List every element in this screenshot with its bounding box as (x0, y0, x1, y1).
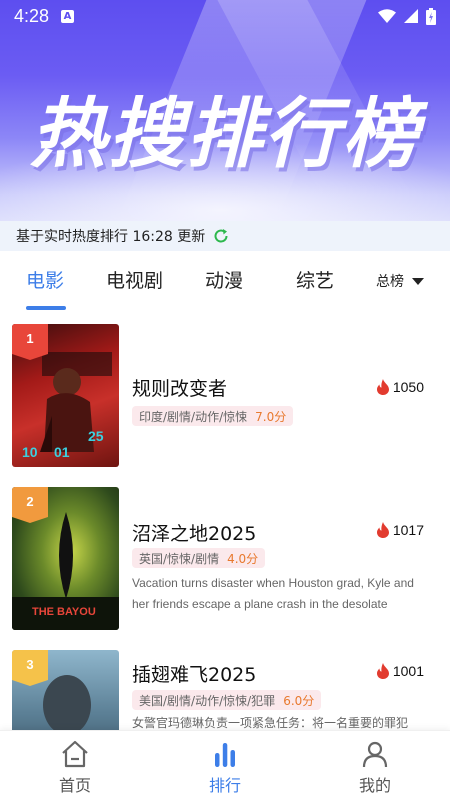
wifi-icon (378, 9, 396, 23)
item-title: 插翅难飞2025 (132, 664, 257, 686)
svg-text:01: 01 (54, 444, 70, 460)
rank-badge: 1 (12, 324, 48, 360)
rank-number: 2 (26, 494, 34, 509)
svg-text:10: 10 (22, 444, 38, 460)
rank-badge: 3 (12, 650, 48, 686)
poster-image: 10 01 25 1 (12, 324, 119, 467)
nav-home[interactable]: 首页 (25, 731, 125, 800)
hero-banner: 4:28 A 热搜排行榜 (0, 0, 450, 250)
nav-profile-label: 我的 (358, 776, 391, 795)
heat-indicator: 1017 (376, 522, 424, 538)
fire-icon (376, 522, 389, 538)
rating-score: 4.0分 (227, 551, 259, 566)
item-description: Vacation turns disaster when Houston gra… (132, 576, 414, 611)
bottom-nav: 首页 排行 我的 (0, 730, 450, 800)
tab-tv-series[interactable]: 电视剧 (106, 266, 163, 293)
genre-tags: 英国/惊悚/剧情 4.0分 (132, 548, 266, 568)
poster-image: THE BAYOU 2 (12, 487, 119, 630)
ranking-screen: 4:28 A 热搜排行榜 基于实时热度排行 16:28 更新 电影 电视剧 动漫… (0, 0, 450, 800)
list-item[interactable]: 10 01 25 1 规则改变者 1050 印度/剧情/动作/惊悚 7.0分 (12, 324, 438, 469)
sort-dropdown[interactable]: 总榜 (376, 271, 424, 291)
rating-score: 6.0分 (283, 693, 315, 708)
genre-text: 印度/剧情/动作/惊悚 (139, 409, 248, 424)
rank-number: 1 (26, 331, 34, 346)
item-title: 沼泽之地2025 (132, 523, 257, 545)
genre-tags: 美国/剧情/动作/惊悚/犯罪 6.0分 (132, 690, 322, 710)
update-info-text: 基于实时热度排行 16:28 更新 (16, 229, 206, 245)
heat-indicator: 1001 (376, 663, 424, 679)
rank-number: 3 (26, 657, 34, 672)
nav-ranking-label: 排行 (208, 776, 241, 795)
heat-value: 1050 (392, 379, 424, 395)
heat-indicator: 1050 (376, 379, 424, 395)
ranking-icon (215, 743, 235, 767)
heat-value: 1017 (392, 522, 424, 538)
rank-badge: 2 (12, 487, 48, 523)
profile-icon (362, 741, 388, 768)
fire-icon (376, 663, 389, 679)
tab-movie[interactable]: 电影 (26, 266, 64, 293)
genre-tags: 印度/剧情/动作/惊悚 7.0分 (132, 406, 294, 426)
notification-badge: A (61, 9, 75, 23)
category-tabs: 电影 电视剧 动漫 综艺 总榜 (0, 258, 450, 310)
tab-indicator (26, 306, 66, 310)
home-icon (62, 740, 88, 768)
sort-dropdown-label: 总榜 (376, 274, 404, 290)
status-time: 4:28 (14, 5, 50, 26)
battery-icon (426, 7, 436, 25)
fire-icon (376, 379, 389, 395)
hero-title: 热搜排行榜 (30, 92, 420, 177)
refresh-icon[interactable] (213, 228, 229, 244)
rating-score: 7.0分 (255, 409, 287, 424)
tab-anime[interactable]: 动漫 (205, 266, 243, 293)
svg-text:THE BAYOU: THE BAYOU (32, 606, 96, 618)
heat-value: 1001 (392, 663, 424, 679)
nav-ranking[interactable]: 排行 (175, 731, 275, 800)
tab-variety[interactable]: 综艺 (296, 266, 334, 293)
svg-text:25: 25 (88, 428, 104, 444)
list-item[interactable]: THE BAYOU 2 沼泽之地2025 1017 英国/惊悚/剧情 4.0分 … (12, 487, 438, 632)
signal-icon (404, 9, 418, 23)
nav-profile[interactable]: 我的 (325, 731, 425, 800)
update-info-bar: 基于实时热度排行 16:28 更新 (0, 221, 450, 251)
status-bar: 4:28 A (0, 0, 450, 32)
item-title: 规则改变者 (132, 378, 228, 400)
genre-text: 美国/剧情/动作/惊悚/犯罪 (139, 693, 276, 708)
genre-text: 英国/惊悚/剧情 (139, 551, 220, 566)
caret-down-icon (412, 277, 424, 285)
nav-home-label: 首页 (58, 776, 91, 795)
